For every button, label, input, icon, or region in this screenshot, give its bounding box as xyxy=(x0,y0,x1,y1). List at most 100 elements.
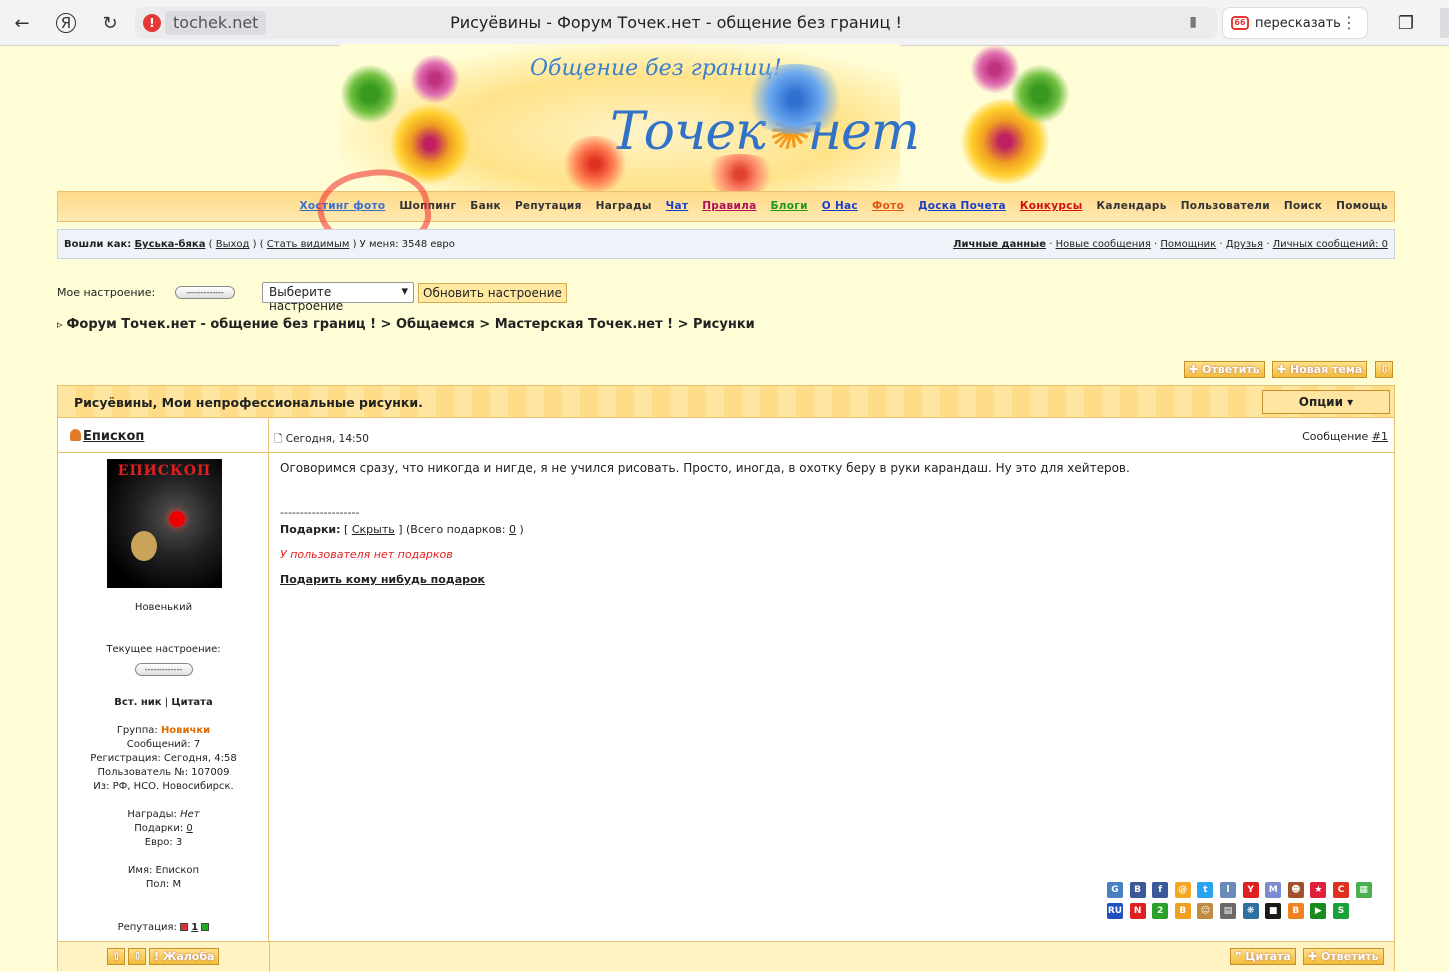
quote-link[interactable]: Цитата xyxy=(171,697,212,708)
share-icon-22[interactable]: S xyxy=(1333,903,1349,919)
share-icon-10[interactable]: C xyxy=(1333,882,1349,898)
share-icon-19[interactable]: ■ xyxy=(1265,903,1282,919)
scroll-down-icon[interactable]: ⇩ xyxy=(1375,361,1393,378)
helper-link[interactable]: Помощник xyxy=(1160,239,1216,250)
share-icon-9[interactable]: ★ xyxy=(1310,882,1327,898)
hide-gifts-link[interactable]: Скрыть xyxy=(352,523,395,536)
share-icon-8[interactable]: ☻ xyxy=(1287,882,1304,898)
user-reputation: Репутация: 1 xyxy=(58,921,269,935)
new-topic-button[interactable]: ✚ Новая тема xyxy=(1272,361,1368,378)
share-icon-13[interactable]: N xyxy=(1129,903,1146,919)
rep-plus-icon[interactable] xyxy=(201,923,210,931)
share-icon-6[interactable]: Y xyxy=(1242,882,1259,898)
mood-indicator: ------------- xyxy=(175,286,235,299)
nav-item-6[interactable]: Правила xyxy=(702,200,756,212)
reply-button[interactable]: ✚ Ответить xyxy=(1303,948,1384,965)
user-sex: Пол: М xyxy=(145,879,182,890)
new-messages-link[interactable]: Новые сообщения xyxy=(1056,239,1151,250)
breadcrumb-arrow-icon: ▹ xyxy=(57,318,63,331)
options-button[interactable]: Опции ▾ xyxy=(1262,390,1390,414)
scroll-up-icon[interactable]: ⇧ xyxy=(107,948,125,965)
post-body: Оговоримся сразу, что никогда и нигде, я… xyxy=(280,461,1130,475)
message-link[interactable]: #1 xyxy=(1372,430,1388,443)
current-user-link[interactable]: Буська-бяка xyxy=(134,239,205,250)
share-icon-20[interactable]: B xyxy=(1287,903,1304,919)
logged-as-label: Вошли как: xyxy=(64,239,132,250)
nav-item-2[interactable]: Банк xyxy=(470,200,501,212)
post-icon: 🗋 xyxy=(274,433,283,445)
breadcrumb-general[interactable]: Общаемся xyxy=(396,317,475,332)
nav-item-13[interactable]: Пользователи xyxy=(1181,200,1270,212)
share-icon-7[interactable]: M xyxy=(1265,882,1282,898)
sidebar-edge xyxy=(1440,8,1449,38)
user-icon xyxy=(70,429,81,441)
breadcrumb-drawings[interactable]: Рисунки xyxy=(693,317,755,332)
bookmark-icon[interactable]: ▮ xyxy=(1189,14,1197,30)
back-icon[interactable]: ← xyxy=(8,9,36,37)
topic-header: Рисуёвины, Мои непрофессиональные рисунк… xyxy=(58,386,1394,418)
nav-item-15[interactable]: Помощь xyxy=(1336,200,1388,212)
share-icon-14[interactable]: 2 xyxy=(1152,903,1169,919)
breadcrumb-workshop[interactable]: Мастерская Точек.нет ! xyxy=(495,317,673,332)
share-icon-15[interactable]: B xyxy=(1174,903,1191,919)
mood-select[interactable]: Выберите настроение xyxy=(262,282,414,313)
nav-item-3[interactable]: Репутация xyxy=(515,200,582,212)
menu-dots-icon[interactable]: ⋮ xyxy=(1341,13,1357,32)
user-posts: Сообщений: 7 xyxy=(126,739,201,750)
share-icon-18[interactable]: ❋ xyxy=(1242,903,1259,919)
share-icon-5[interactable]: l xyxy=(1220,882,1236,898)
nav-item-14[interactable]: Поиск xyxy=(1284,200,1322,212)
share-icon-0[interactable]: G xyxy=(1107,882,1123,898)
nav-item-12[interactable]: Календарь xyxy=(1097,200,1167,212)
message-number: Сообщение #1 xyxy=(1302,430,1388,443)
nav-item-10[interactable]: Доска Почета xyxy=(918,200,1006,212)
total-gifts-link[interactable]: 0 xyxy=(509,523,516,536)
browser-toolbar: ← Я ↻ ! tochek.net Рисуёвины - Форум Точ… xyxy=(0,0,1449,46)
rep-minus-icon[interactable] xyxy=(180,923,189,931)
author-name[interactable]: Епископ xyxy=(70,429,144,444)
scroll-down-footer-icon[interactable]: ⇩ xyxy=(128,948,146,965)
user-bar: Вошли как: Буська-бяка ( Выход ) ( Стать… xyxy=(57,229,1395,259)
share-icon-21[interactable]: ▶ xyxy=(1310,903,1327,919)
gifts-count-link[interactable]: 0 xyxy=(186,823,192,834)
breadcrumb-forum[interactable]: Форум Точек.нет - общение без границ ! xyxy=(67,317,377,332)
nav-item-9[interactable]: Фото xyxy=(872,200,904,212)
user-awards: Награды: Нет xyxy=(127,809,200,820)
quote-button[interactable]: ❞ Цитата xyxy=(1230,948,1296,965)
share-icon-17[interactable]: ▤ xyxy=(1220,903,1236,919)
nav-item-4[interactable]: Награды xyxy=(596,200,652,212)
share-icon-16[interactable]: ☺ xyxy=(1197,903,1214,919)
user-group: Группа: Новички xyxy=(116,725,211,736)
tabs-icon[interactable]: ❐ xyxy=(1392,9,1420,37)
complaint-button[interactable]: ! Жалоба xyxy=(149,948,220,965)
nav-item-11[interactable]: Конкурсы xyxy=(1020,200,1083,212)
post-divider xyxy=(58,452,1394,453)
retell-icon: 66 xyxy=(1231,16,1249,30)
logout-link[interactable]: Выход xyxy=(216,239,250,250)
reload-icon[interactable]: ↻ xyxy=(96,9,124,37)
avatar: ЕПИСКОП xyxy=(107,459,222,588)
share-icon-12[interactable]: RU xyxy=(1107,903,1123,919)
become-visible-link[interactable]: Стать видимым xyxy=(267,239,350,250)
give-gift-link[interactable]: Подарить кому нибудь подарок xyxy=(280,573,485,586)
update-mood-button[interactable]: Обновить настроение xyxy=(418,283,567,303)
yandex-icon[interactable]: Я xyxy=(56,13,76,33)
insert-nick-link[interactable]: Вст. ник xyxy=(114,697,161,708)
friends-link[interactable]: Друзья xyxy=(1226,239,1263,250)
nav-item-7[interactable]: Блоги xyxy=(771,200,808,212)
insert-nick-quote: Вст. ник | Цитата xyxy=(114,697,213,708)
mood-current: ------------- xyxy=(58,663,269,677)
address-bar[interactable]: ! tochek.net Рисуёвины - Форум Точек.нет… xyxy=(135,7,1217,39)
private-messages-link[interactable]: Личных сообщений: 0 xyxy=(1273,239,1388,250)
avatar-text: ЕПИСКОП xyxy=(117,463,212,479)
share-icon-11[interactable]: ▦ xyxy=(1355,882,1372,898)
nav-item-8[interactable]: О Нас xyxy=(822,200,858,212)
personal-data-link[interactable]: Личные данные xyxy=(953,239,1046,250)
share-icon-2[interactable]: f xyxy=(1152,882,1169,898)
share-icon-3[interactable]: @ xyxy=(1174,882,1191,898)
reply-button-top[interactable]: ✚ Ответить xyxy=(1184,361,1265,378)
nav-item-5[interactable]: Чат xyxy=(666,200,689,212)
share-icon-4[interactable]: t xyxy=(1197,882,1214,898)
retell-button[interactable]: 66 пересказать ⋮ xyxy=(1222,7,1368,39)
share-icon-1[interactable]: B xyxy=(1129,882,1146,898)
